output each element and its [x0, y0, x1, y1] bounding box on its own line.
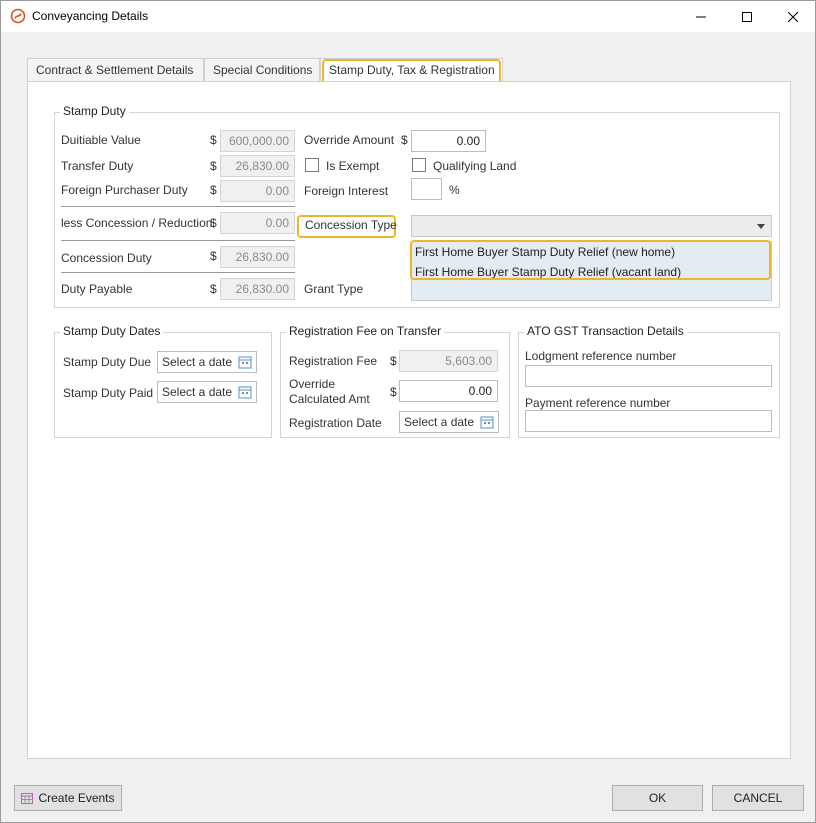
calendar-icon [21, 793, 34, 804]
minimize-icon [696, 16, 706, 17]
qualifying-land-checkbox[interactable] [412, 158, 426, 172]
cancel-label: CANCEL [733, 791, 783, 805]
payment-reference-label: Payment reference number [525, 396, 671, 410]
stamp-duty-due-label: Stamp Duty Due [63, 355, 152, 369]
registration-date-picker[interactable]: Select a date [399, 411, 499, 433]
foreign-interest-input[interactable] [411, 178, 442, 200]
create-events-button[interactable]: Create Events [14, 785, 122, 811]
stamp-duty-group: Stamp Duty Duitiable Value $ 600,000.00 … [54, 104, 780, 308]
override-calculated-currency: $ [390, 385, 397, 399]
registration-date-placeholder: Select a date [404, 415, 475, 429]
calendar-icon[interactable] [238, 355, 252, 369]
registration-fee-currency: $ [390, 354, 397, 368]
override-line2-label: Calculated Amt [289, 392, 370, 406]
ato-gst-group: ATO GST Transaction Details Lodgment ref… [518, 324, 780, 438]
dutiable-value-field: 600,000.00 [220, 130, 295, 152]
registration-fee-title: Registration Fee on Transfer [286, 324, 445, 338]
percent-unit: % [449, 183, 460, 197]
override-line1-label: Override [289, 377, 336, 391]
stamp-duty-paid-placeholder: Select a date [162, 385, 233, 399]
registration-fee-label: Registration Fee [289, 354, 378, 368]
concession-duty-label: Concession Duty [61, 251, 152, 265]
override-amount-currency: $ [401, 133, 408, 147]
tab-contract-settlement[interactable]: Contract & Settlement Details [27, 58, 204, 82]
chevron-down-icon [757, 224, 765, 229]
dutiable-value-label: Duitiable Value [61, 133, 141, 147]
stamp-duty-dates-title: Stamp Duty Dates [60, 324, 164, 338]
qualifying-land-label: Qualifying Land [433, 159, 517, 173]
stamp-duty-dates-group: Stamp Duty Dates Stamp Duty Due Select a… [54, 324, 272, 438]
override-calculated-input[interactable]: 0.00 [399, 380, 498, 402]
registration-fee-group: Registration Fee on Transfer Registratio… [280, 324, 510, 438]
stamp-duty-title: Stamp Duty [60, 104, 129, 118]
concession-duty-currency: $ [210, 249, 217, 263]
calendar-icon[interactable] [480, 415, 494, 429]
conveyancing-details-window: Conveyancing Details Contract & Settleme… [0, 0, 816, 823]
ok-label: OK [648, 791, 667, 805]
foreign-purchaser-duty-field: 0.00 [220, 180, 295, 202]
payment-reference-input[interactable] [525, 410, 772, 432]
is-exempt-label: Is Exempt [326, 159, 380, 173]
foreign-interest-label: Foreign Interest [304, 184, 389, 198]
dutiable-value-currency: $ [210, 133, 217, 147]
divider-line [61, 272, 295, 273]
grant-type-label: Grant Type [304, 282, 364, 296]
foreign-purchaser-duty-currency: $ [210, 183, 217, 197]
registration-fee-field: 5,603.00 [399, 350, 498, 372]
divider-line [61, 240, 295, 241]
create-events-label: Create Events [38, 791, 115, 805]
transfer-duty-currency: $ [210, 159, 217, 173]
concession-options-highlight [410, 240, 771, 280]
transfer-duty-label: Transfer Duty [61, 159, 134, 173]
transfer-duty-field: 26,830.00 [220, 155, 295, 177]
duty-payable-field: 26,830.00 [220, 278, 295, 300]
close-button[interactable] [770, 1, 816, 32]
ato-gst-title: ATO GST Transaction Details [524, 324, 687, 338]
override-amount-label: Override Amount [304, 133, 395, 147]
less-concession-label: less Concession / Reduction [61, 216, 213, 230]
lodgment-reference-label: Lodgment reference number [525, 349, 677, 363]
ok-button[interactable]: OK [612, 785, 703, 811]
minimize-button[interactable] [678, 1, 724, 32]
divider-line [61, 206, 295, 207]
concession-duty-field: 26,830.00 [220, 246, 295, 268]
override-amount-input[interactable]: 0.00 [411, 130, 486, 152]
app-logo-icon [10, 8, 26, 24]
concession-type-label: Concession Type [305, 218, 397, 232]
stamp-duty-paid-label: Stamp Duty Paid [63, 386, 154, 400]
duty-payable-label: Duty Payable [61, 282, 133, 296]
lodgment-reference-input[interactable] [525, 365, 772, 387]
tab-special-conditions[interactable]: Special Conditions [204, 58, 320, 82]
close-icon [788, 11, 798, 22]
stamp-duty-due-date-picker[interactable]: Select a date [157, 351, 257, 373]
calendar-icon[interactable] [238, 385, 252, 399]
is-exempt-checkbox[interactable] [305, 158, 319, 172]
window-title: Conveyancing Details [32, 9, 149, 23]
title-bar: Conveyancing Details [1, 1, 815, 32]
stamp-duty-paid-date-picker[interactable]: Select a date [157, 381, 257, 403]
tab-panel: Stamp Duty Duitiable Value $ 600,000.00 … [27, 81, 791, 759]
stamp-duty-due-placeholder: Select a date [162, 355, 233, 369]
concession-type-dropdown[interactable] [411, 215, 772, 237]
duty-payable-currency: $ [210, 282, 217, 296]
maximize-icon [742, 11, 752, 22]
tab-strip: Contract & Settlement Details Special Co… [27, 58, 791, 84]
registration-date-label: Registration Date [289, 416, 382, 430]
foreign-purchaser-duty-label: Foreign Purchaser Duty [61, 183, 188, 197]
less-concession-currency: $ [210, 216, 217, 230]
less-concession-field: 0.00 [220, 212, 295, 234]
maximize-button[interactable] [724, 1, 770, 32]
cancel-button[interactable]: CANCEL [712, 785, 804, 811]
